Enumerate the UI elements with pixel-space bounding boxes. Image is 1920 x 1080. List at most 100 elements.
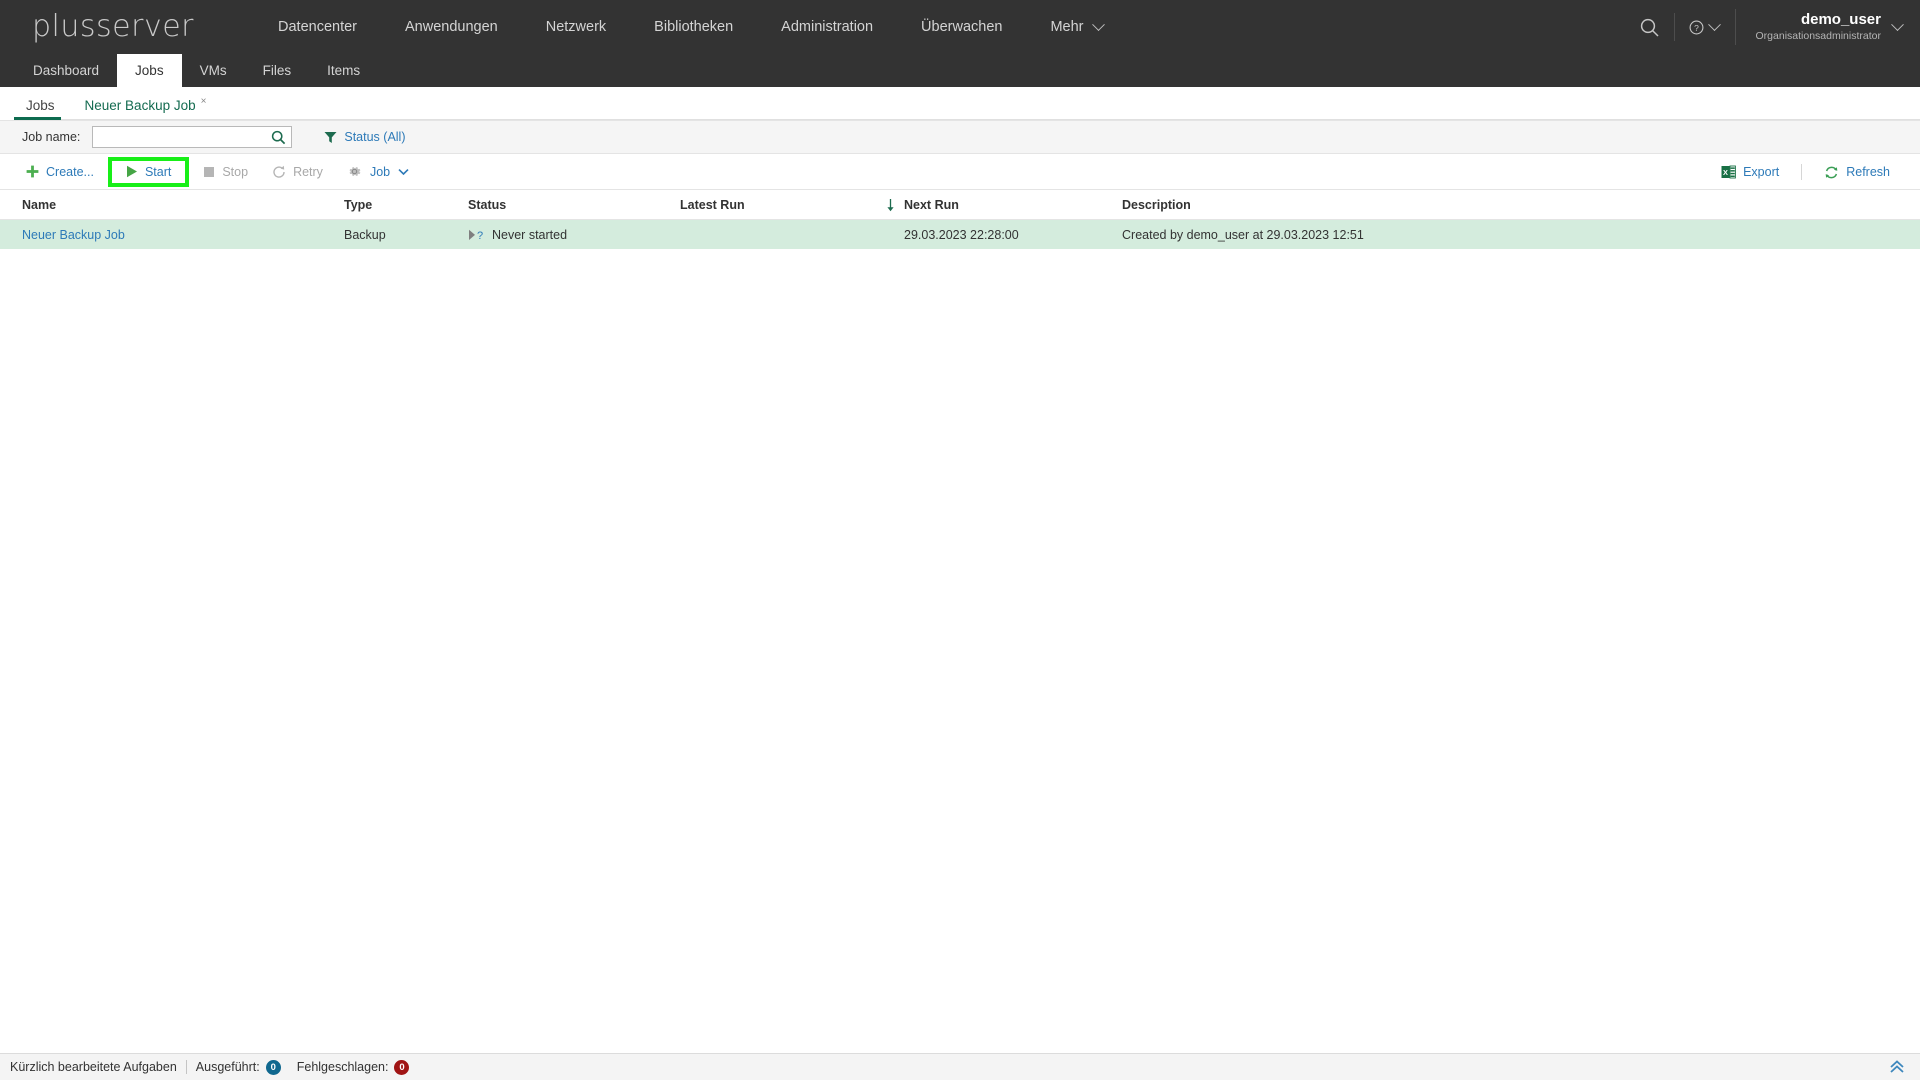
executed-count-badge: 0 <box>265 1059 281 1075</box>
toolbar-right-actions: X Export Refresh <box>1709 154 1902 190</box>
subnav-label: Items <box>327 63 361 78</box>
recent-tasks-label[interactable]: Kürzlich bearbeitete Aufgaben <box>10 1060 177 1074</box>
retry-button: Retry <box>260 161 335 183</box>
search-input[interactable] <box>93 127 292 147</box>
job-label: Job <box>369 164 391 179</box>
tab-jobs[interactable]: Jobs <box>14 98 73 120</box>
cell-next-run: 29.03.2023 22:28:00 <box>904 227 1019 242</box>
column-header-status[interactable]: Status <box>468 198 680 212</box>
column-header-type[interactable]: Type <box>344 198 468 212</box>
tab-label: Neuer Backup Job <box>84 98 196 113</box>
nav-label: Datencenter <box>278 19 357 35</box>
chevron-down-icon <box>1891 17 1904 31</box>
sort-indicator[interactable] <box>876 198 904 212</box>
cell-job-status-text: Never started <box>492 227 568 242</box>
subnav-item-jobs[interactable]: Jobs <box>117 54 182 87</box>
retry-arrow-icon <box>273 165 285 178</box>
arrow-down-icon <box>886 198 894 211</box>
nav-item-datencenter[interactable]: Datencenter <box>254 0 381 54</box>
tab-label: Jobs <box>26 98 55 113</box>
executed-label: Ausgeführt: <box>195 1060 260 1074</box>
search-icon[interactable] <box>1625 17 1674 38</box>
jobs-table: Name Type Status Latest Run Next Run Des… <box>0 190 1920 250</box>
search-icon[interactable] <box>271 130 286 150</box>
subnav-label: VMs <box>199 63 227 78</box>
filter-bar: Job name: Status (All) <box>0 120 1920 154</box>
failed-status: Fehlgeschlagen: 0 <box>296 1059 410 1075</box>
nav-item-bibliotheken[interactable]: Bibliotheken <box>630 0 757 54</box>
nav-item-anwendungen[interactable]: Anwendungen <box>381 0 522 54</box>
status-bar: Kürzlich bearbeitete Aufgaben Ausgeführt… <box>0 1053 1920 1080</box>
column-header-name[interactable]: Name <box>22 198 344 212</box>
tab-neuer-backup-job[interactable]: Neuer Backup Job × <box>73 96 225 120</box>
failed-label: Fehlgeschlagen: <box>296 1060 389 1074</box>
column-header-next-run[interactable]: Next Run <box>904 198 1122 212</box>
plus-icon <box>26 165 39 178</box>
job-name-search-box[interactable] <box>92 126 293 150</box>
close-icon[interactable]: × <box>201 96 207 107</box>
svg-text:?: ? <box>1694 23 1699 33</box>
start-label: Start <box>144 164 172 179</box>
subnav-item-dashboard[interactable]: Dashboard <box>15 54 117 87</box>
nav-item-ueberwachen[interactable]: Überwachen <box>897 0 1026 54</box>
column-header-latest-run[interactable]: Latest Run <box>680 198 876 212</box>
column-header-description[interactable]: Description <box>1122 198 1920 212</box>
action-toolbar: Create... Start Stop Retry Job X Export … <box>0 154 1920 190</box>
funnel-filter-icon <box>324 131 337 143</box>
status-filter-button[interactable]: Status (All) <box>324 130 406 144</box>
document-tab-strip: Jobs Neuer Backup Job × <box>0 87 1920 120</box>
help-menu[interactable]: ? <box>1673 13 1727 41</box>
footer-divider <box>185 1060 187 1074</box>
help-question-icon: ? <box>1689 20 1703 34</box>
chevron-down-icon <box>1091 17 1105 31</box>
create-button[interactable]: Create... <box>14 161 106 183</box>
chevron-double-up-icon <box>1890 1060 1904 1073</box>
scroll-to-top-button[interactable] <box>1888 1058 1906 1079</box>
nav-item-netzwerk[interactable]: Netzwerk <box>522 0 630 54</box>
subnav-item-items[interactable]: Items <box>309 54 378 87</box>
user-role: Organisationsadministrator <box>1755 29 1881 42</box>
cell-job-type: Backup <box>344 227 386 242</box>
stop-label: Stop <box>222 164 249 179</box>
user-info: demo_user Organisationsadministrator <box>1756 11 1881 43</box>
job-menu-button[interactable]: Job <box>335 160 421 183</box>
status-filter-label: Status (All) <box>344 130 406 144</box>
executed-status: Ausgeführt: 0 <box>195 1059 281 1075</box>
export-label: Export <box>1743 165 1780 179</box>
plusserver-logo[interactable]: plusserver <box>32 12 194 42</box>
toolbar-divider <box>1801 164 1803 180</box>
start-button[interactable]: Start <box>107 156 190 187</box>
subnav-label: Dashboard <box>33 63 100 78</box>
user-name: demo_user <box>1800 11 1881 29</box>
svg-text:X: X <box>1723 168 1728 177</box>
cell-job-status: ? Never started <box>468 228 680 242</box>
create-label: Create... <box>46 164 94 179</box>
table-row[interactable]: Neuer Backup Job Backup ? Never started … <box>0 220 1920 250</box>
cell-description: Created by demo_user at 29.03.2023 12:51 <box>1122 227 1364 242</box>
chevron-down-icon <box>1707 17 1721 31</box>
main-navigation: Datencenter Anwendungen Netzwerk Bibliot… <box>254 0 1127 54</box>
subnav-label: Files <box>262 63 292 78</box>
nav-item-administration[interactable]: Administration <box>757 0 897 54</box>
gear-icon <box>349 167 361 176</box>
nav-label: Anwendungen <box>405 19 498 35</box>
header-right-controls: ? demo_user Organisationsadministrator <box>1625 0 1920 54</box>
nav-label: Überwachen <box>921 19 1003 35</box>
refresh-button[interactable]: Refresh <box>1812 161 1902 184</box>
export-button[interactable]: X Export <box>1709 161 1791 183</box>
stop-square-icon <box>204 166 215 177</box>
nav-label: Bibliotheken <box>654 19 734 35</box>
svg-text:?: ? <box>477 230 483 241</box>
subnav-item-vms[interactable]: VMs <box>182 54 245 87</box>
user-menu[interactable]: demo_user Organisationsadministrator <box>1734 9 1920 45</box>
top-header-bar: plusserver Datencenter Anwendungen Netzw… <box>0 0 1920 54</box>
subnav-item-files[interactable]: Files <box>245 54 310 87</box>
nav-label: Mehr <box>1050 19 1084 35</box>
nav-label: Administration <box>781 19 874 35</box>
section-navigation: Dashboard Jobs VMs Files Items <box>0 54 1920 87</box>
table-header-row: Name Type Status Latest Run Next Run Des… <box>0 190 1920 220</box>
refresh-label: Refresh <box>1846 165 1890 179</box>
app-root: plusserver Datencenter Anwendungen Netzw… <box>0 0 1920 1080</box>
cell-job-name[interactable]: Neuer Backup Job <box>22 228 344 242</box>
nav-item-mehr[interactable]: Mehr <box>1026 0 1126 54</box>
